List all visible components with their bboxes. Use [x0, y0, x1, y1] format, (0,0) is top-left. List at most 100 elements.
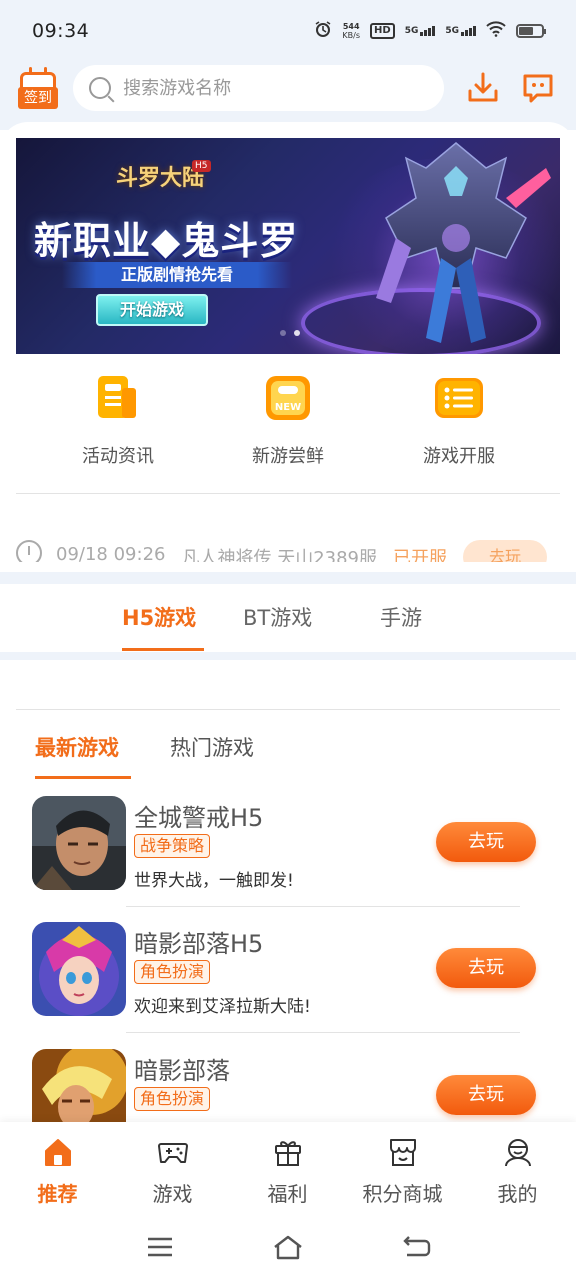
quick-link-label: 新游尝鲜 — [252, 446, 324, 467]
banner-logo-badge: H5 — [192, 160, 211, 172]
sign-in-label: 签到 — [18, 87, 58, 109]
search-input[interactable] — [123, 77, 424, 99]
game-description: 欢迎来到艾泽拉斯大陆! — [134, 997, 311, 1017]
main-tabs: H5游戏 BT游戏 手游 — [0, 584, 576, 652]
back-button[interactable] — [396, 1232, 436, 1262]
game-list-item[interactable]: 暗影部落H5 角色扮演 欢迎来到艾泽拉斯大陆! 去玩 — [0, 922, 576, 1048]
banner-game-logo: 斗罗大陆 — [116, 165, 205, 191]
store-icon — [389, 1139, 416, 1166]
alarm-icon — [314, 20, 332, 42]
banner-dot[interactable] — [280, 330, 286, 336]
net-speed: 544 KB/s — [342, 22, 360, 40]
quick-link-news[interactable]: 活动资讯 — [48, 372, 188, 472]
nav-welfare[interactable]: 福利 — [230, 1136, 345, 1216]
gift-icon — [274, 1141, 301, 1166]
hd-icon: HD — [370, 23, 395, 39]
server-name: 凡人神将传 天山2389服 — [181, 548, 377, 562]
nav-points-store[interactable]: 积分商城 — [345, 1136, 460, 1216]
game-icon — [32, 922, 126, 1016]
chat-icon — [523, 74, 553, 103]
play-button[interactable]: 去玩 — [436, 1075, 536, 1115]
subtab-hot-games[interactable]: 热门游戏 — [170, 732, 254, 762]
game-icon — [32, 796, 126, 890]
list-divider — [126, 906, 520, 907]
recents-button[interactable] — [140, 1232, 180, 1262]
home-icon — [44, 1139, 71, 1166]
quick-links: 活动资讯 NEW 新游尝鲜 游戏开服 — [0, 372, 576, 482]
net-speed-value: 544 — [342, 22, 360, 31]
sim2-label: 5G — [445, 26, 459, 36]
server-play-button[interactable]: 去玩 — [463, 540, 547, 562]
nav-profile[interactable]: 我的 — [460, 1136, 575, 1216]
hd-label: HD — [374, 25, 391, 36]
status-time: 09:34 — [32, 20, 90, 42]
server-list-icon — [435, 378, 483, 418]
bottom-nav: 推荐 游戏 福利 积分商城 我的 — [0, 1122, 576, 1220]
banner-start-button[interactable]: 开始游戏 — [96, 294, 208, 326]
list-divider — [126, 1032, 520, 1033]
server-status: 已开服 — [393, 548, 447, 562]
home-button[interactable] — [268, 1232, 308, 1262]
tab-active-indicator — [122, 648, 204, 651]
battery-icon — [516, 24, 546, 38]
banner-hero-art — [376, 142, 551, 343]
tab-mobile-games[interactable]: 手游 — [380, 602, 422, 632]
search-icon — [89, 77, 112, 99]
subtab-latest-games[interactable]: 最新游戏 — [35, 732, 119, 762]
nav-recommend[interactable]: 推荐 — [0, 1136, 115, 1216]
download-button[interactable] — [464, 68, 503, 108]
back-icon — [403, 1236, 431, 1257]
banner-dots — [280, 330, 300, 336]
tab-h5-games[interactable]: H5游戏 — [122, 602, 196, 632]
game-name: 暗影部落 — [134, 1057, 230, 1085]
play-button[interactable]: 去玩 — [436, 822, 536, 862]
new-game-icon: NEW — [266, 376, 310, 420]
news-icon — [98, 376, 136, 418]
server-open-time: 09/18 09:26 — [56, 544, 166, 562]
promo-banner[interactable]: 斗罗大陆 H5 新职业◆鬼斗罗 正版剧情抢先看 开始游戏 — [16, 138, 560, 354]
game-list-item[interactable]: 全城警戒H5 战争策略 世界大战，一触即发! 去玩 — [0, 796, 576, 922]
game-name: 全城警戒H5 — [134, 804, 264, 832]
download-icon — [468, 72, 498, 102]
banner-title: 新职业◆鬼斗罗 — [34, 218, 299, 263]
message-button[interactable] — [519, 68, 558, 108]
nav-label: 积分商城 — [362, 1182, 443, 1206]
menu-icon — [148, 1237, 172, 1257]
wifi-icon — [486, 21, 506, 41]
home-outline-icon — [274, 1235, 302, 1260]
game-category-tag: 角色扮演 — [134, 1087, 211, 1111]
nav-label: 推荐 — [37, 1182, 78, 1206]
divider — [16, 493, 560, 494]
nav-games[interactable]: 游戏 — [115, 1136, 230, 1216]
divider — [16, 709, 560, 710]
banner-subtitle: 正版剧情抢先看 — [62, 262, 292, 288]
quick-link-new-games[interactable]: NEW 新游尝鲜 — [218, 372, 358, 472]
gamepad-icon — [157, 1143, 188, 1163]
signal-sim2-icon: 5G — [445, 26, 476, 36]
game-description: 世界大战，一触即发! — [134, 871, 294, 891]
system-nav-bar — [0, 1220, 576, 1280]
svg-text:NEW: NEW — [275, 402, 301, 413]
banner-dot-active[interactable] — [294, 330, 300, 336]
play-button[interactable]: 去玩 — [436, 948, 536, 988]
quick-link-label: 游戏开服 — [423, 446, 495, 467]
nav-label: 福利 — [267, 1182, 308, 1206]
clock-icon — [16, 540, 42, 562]
nav-label: 游戏 — [152, 1182, 193, 1206]
signal-sim1-icon: 5G — [405, 26, 436, 36]
quick-link-label: 活动资讯 — [82, 446, 154, 467]
sim1-label: 5G — [404, 26, 419, 36]
sign-in-button[interactable]: 签到 — [18, 67, 58, 109]
net-speed-unit: KB/s — [342, 31, 361, 40]
status-bar: 09:34 544 KB/s HD 5G 5G — [0, 0, 576, 62]
subtab-active-indicator — [35, 776, 131, 779]
search-bar[interactable] — [73, 65, 444, 111]
game-category-tag: 角色扮演 — [134, 960, 211, 984]
quick-link-server[interactable]: 游戏开服 — [389, 372, 529, 472]
tab-bt-games[interactable]: BT游戏 — [243, 602, 312, 632]
header: 签到 — [0, 60, 576, 116]
server-ticker[interactable]: 09/18 09:26 凡人神将传 天山2389服 已开服 去玩 — [16, 540, 560, 562]
status-icons: 544 KB/s HD 5G 5G — [314, 20, 546, 42]
game-name: 暗影部落H5 — [134, 930, 264, 958]
game-category-tag: 战争策略 — [134, 834, 211, 858]
